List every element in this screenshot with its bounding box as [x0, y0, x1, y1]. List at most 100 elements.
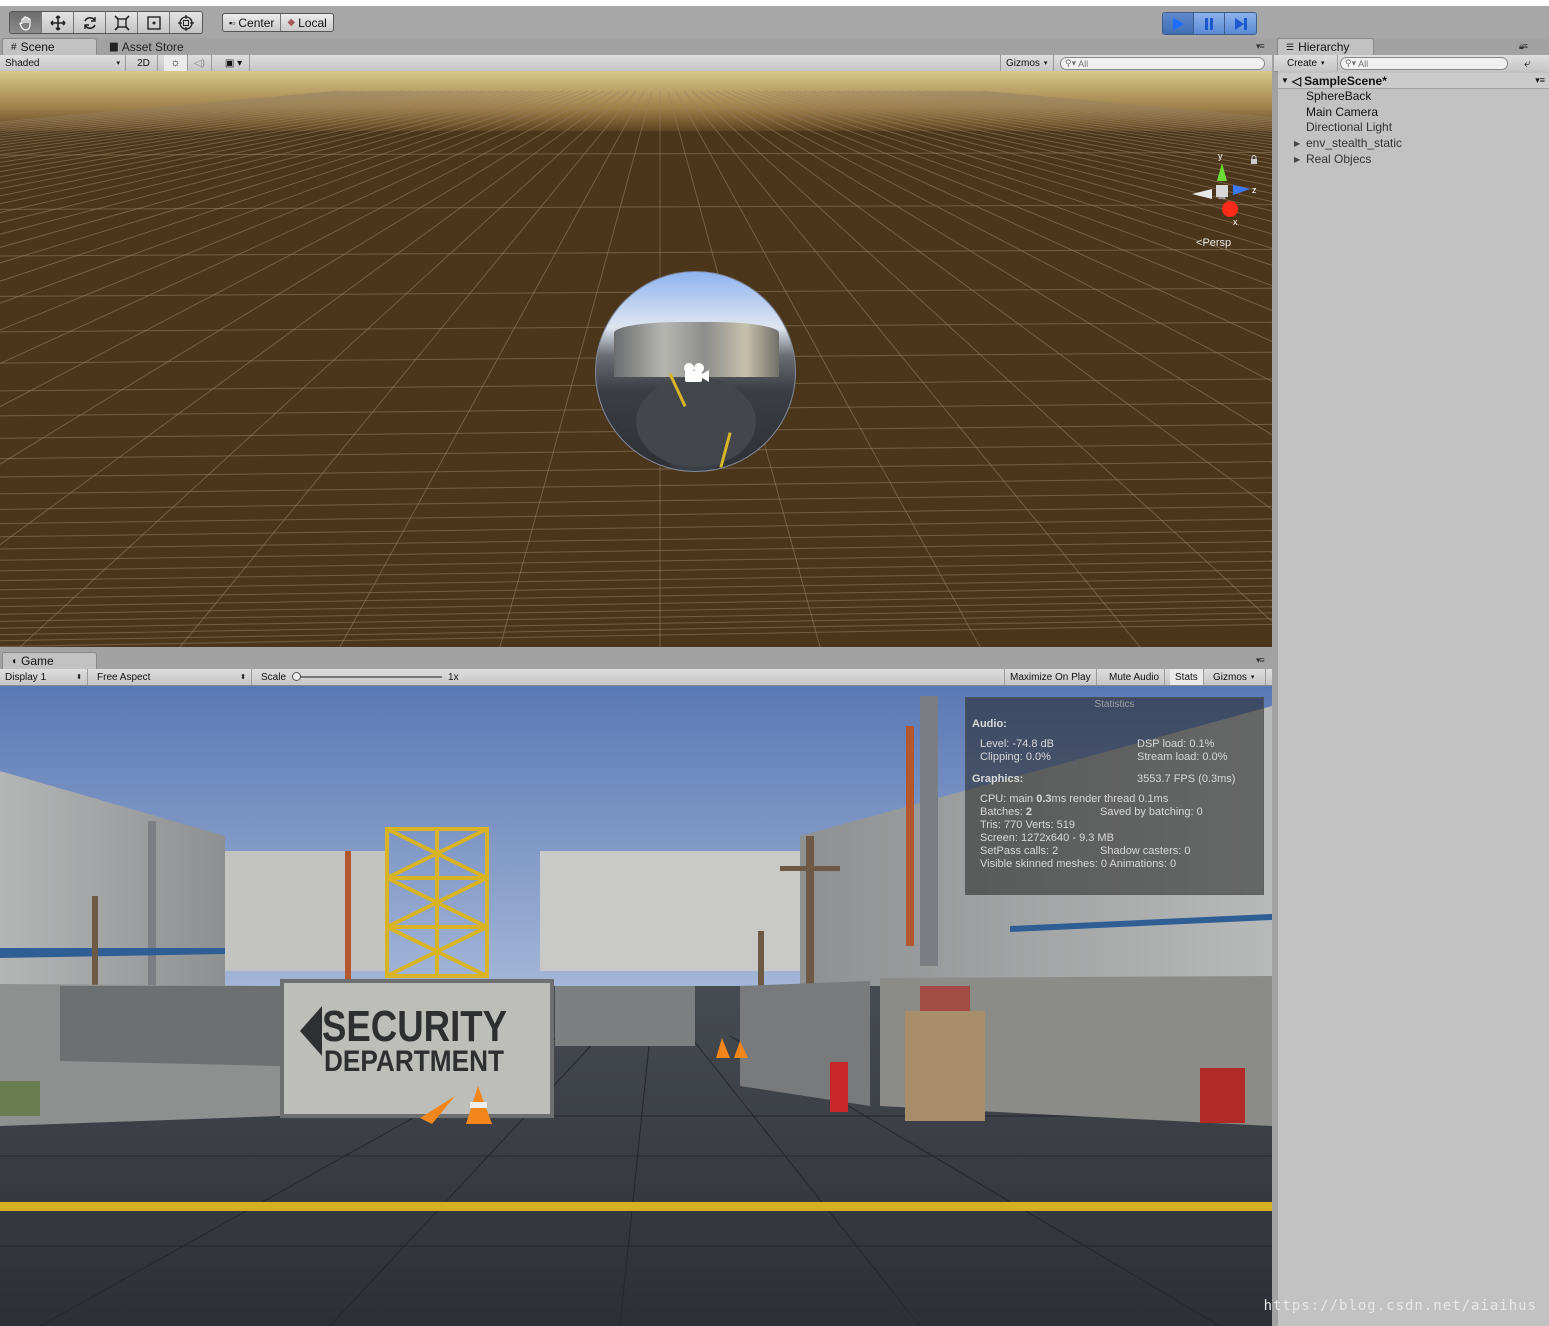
grid-line — [0, 152, 1272, 156]
lock-and-menu-icon[interactable]: 🔒︎≡ — [1519, 41, 1528, 52]
orientation-gizmo[interactable]: y z x — [1188, 151, 1258, 227]
scene-list-icon[interactable]: ⤶ — [1524, 56, 1531, 71]
hierarchy-scene-row[interactable]: ▼ ◁ SampleScene* ▾≡ — [1278, 73, 1549, 89]
corridor-wall — [555, 986, 695, 1046]
tab-hierarchy[interactable]: ☰ Hierarchy — [1277, 38, 1374, 55]
grid-line — [19, 90, 629, 647]
grid-line — [0, 90, 421, 143]
stats-cpu: CPU: main 0.3ms render thread 0.1ms — [980, 793, 1168, 805]
watermark: https://blog.csdn.net/aiaihus — [1263, 1298, 1537, 1314]
scale-tool-button[interactable] — [106, 12, 138, 33]
grid-line — [0, 90, 445, 152]
left-enclosure — [60, 986, 280, 1066]
scene-toolbar: Shaded ▾ 2D ☼ ◁) ▣ ▾ Gizmos ▾ ⚲▾ All — [0, 55, 1272, 72]
scene-tabbar: # Scene ▆ Asset Store ▾≡ — [0, 38, 1272, 55]
step-button[interactable] — [1225, 13, 1256, 34]
display-value: Display 1 — [5, 671, 47, 683]
2d-label: 2D — [137, 57, 150, 69]
cube-icon: ◆ — [287, 17, 296, 28]
2d-toggle[interactable]: 2D — [130, 55, 158, 71]
stats-audio-heading: Audio: — [972, 718, 1007, 730]
hand-tool-button[interactable] — [10, 12, 42, 33]
dropdown-arrow-icon: ▾ — [1043, 60, 1048, 67]
scene-search-placeholder: All — [1078, 58, 1089, 69]
audio-toggle[interactable]: ◁) — [188, 55, 212, 71]
tab-scene-label: Scene — [20, 40, 55, 54]
hierarchy-search-input[interactable]: ⚲▾ All — [1340, 57, 1508, 70]
draw-mode-dropdown[interactable]: Shaded ▾ — [0, 55, 126, 71]
hierarchy-item-directional-light[interactable]: Directional Light — [1294, 119, 1392, 135]
aspect-value: Free Aspect — [97, 671, 151, 683]
camera-gizmo-icon[interactable] — [680, 362, 710, 384]
pivot-local-button[interactable]: ◆ Local — [281, 14, 332, 31]
grid-line — [0, 204, 1272, 210]
pause-icon — [1205, 17, 1213, 30]
panel-menu-icon[interactable]: ▾≡ — [1256, 41, 1265, 52]
scene-viewport[interactable]: y z x <Persp — [0, 71, 1272, 647]
move-tool-button[interactable] — [42, 12, 74, 33]
tab-game-label: Game — [21, 654, 54, 668]
stats-cpu-prefix: CPU: main — [980, 793, 1034, 805]
collapsed-arrow-icon[interactable]: ▶ — [1294, 139, 1303, 148]
lighting-toggle[interactable]: ☼ — [164, 55, 188, 71]
expanded-arrow-icon[interactable]: ▼ — [1281, 76, 1289, 85]
hierarchy-item-sphereback[interactable]: SphereBack — [1294, 88, 1371, 104]
scale-slider-thumb[interactable] — [292, 672, 302, 681]
sun-icon: ☼ — [170, 57, 181, 69]
projection-toggle[interactable]: <Persp — [1196, 237, 1231, 249]
utility-pole — [92, 896, 98, 986]
scene-gizmos-label: Gizmos — [1006, 57, 1040, 69]
transform-icon — [178, 14, 194, 31]
grid-line — [0, 90, 509, 190]
move-icon — [49, 14, 66, 31]
scale-control: Scale 1x — [256, 669, 466, 685]
tab-asset-store[interactable]: ▆ Asset Store — [102, 38, 192, 55]
play-icon — [1173, 17, 1184, 30]
collapsed-arrow-icon[interactable]: ▶ — [1294, 155, 1303, 164]
grid-line — [0, 90, 357, 126]
building — [225, 851, 385, 971]
grid-line — [0, 90, 373, 130]
pivot-label: Center — [238, 15, 275, 30]
stats-label: Stats — [1175, 671, 1198, 683]
game-viewport[interactable]: SECURITY DEPARTMENT Statistics Audio: Le… — [0, 686, 1272, 1326]
grid-line — [0, 90, 349, 125]
scale-slider[interactable] — [292, 672, 443, 682]
panel-menu-icon[interactable]: ▾≡ — [1256, 655, 1265, 666]
transform-tool-button[interactable] — [170, 12, 202, 33]
grid-line — [0, 606, 1272, 629]
scene-gizmos-dropdown[interactable]: Gizmos ▾ — [1000, 55, 1054, 71]
stats-dsp: DSP load: 0.1% — [1137, 738, 1215, 750]
tab-scene[interactable]: # Scene — [2, 38, 97, 55]
pivot-icon: ▪︎▫︎ — [229, 17, 236, 28]
projection-label: Persp — [1202, 237, 1232, 249]
mute-label: Mute Audio — [1109, 671, 1160, 683]
pause-button[interactable] — [1194, 13, 1225, 34]
game-gizmos-dropdown[interactable]: Gizmos ▾ — [1208, 669, 1266, 685]
tab-game[interactable]: ◖ Game — [2, 652, 97, 669]
rect-tool-button[interactable] — [138, 12, 170, 33]
grid-line — [0, 530, 1272, 550]
create-label: Create — [1287, 57, 1318, 69]
sign-line-1: SECURITY — [322, 1002, 507, 1051]
sign-line-2: DEPARTMENT — [324, 1045, 504, 1078]
hierarchy-item-env-stealth-static[interactable]: ▶ env_stealth_static — [1294, 135, 1402, 151]
scene-menu-icon[interactable]: ▾≡ — [1535, 75, 1545, 86]
aspect-dropdown[interactable]: Free Aspect ⬍ — [92, 669, 252, 685]
create-dropdown[interactable]: Create ▾ — [1282, 55, 1338, 71]
scene-search-input[interactable]: ⚲▾ All — [1060, 57, 1265, 70]
grid-line — [0, 623, 1272, 647]
maximize-on-play-toggle[interactable]: Maximize On Play — [1004, 669, 1097, 685]
rotate-tool-button[interactable] — [74, 12, 106, 33]
grid-line — [0, 90, 389, 134]
mute-audio-toggle[interactable]: Mute Audio — [1104, 669, 1166, 685]
pivot-center-button[interactable]: ▪︎▫︎ Center — [223, 14, 282, 31]
grid-line — [0, 612, 1272, 636]
effects-dropdown[interactable]: ▣ ▾ — [218, 55, 250, 71]
sign-box — [920, 986, 970, 1011]
play-button[interactable] — [1163, 13, 1194, 34]
stats-toggle[interactable]: Stats — [1170, 669, 1204, 685]
hierarchy-item-real-objecs[interactable]: ▶ Real Objecs — [1294, 151, 1371, 167]
display-dropdown[interactable]: Display 1 ⬍ — [0, 669, 88, 685]
hierarchy-item-main-camera[interactable]: Main Camera — [1294, 104, 1378, 120]
